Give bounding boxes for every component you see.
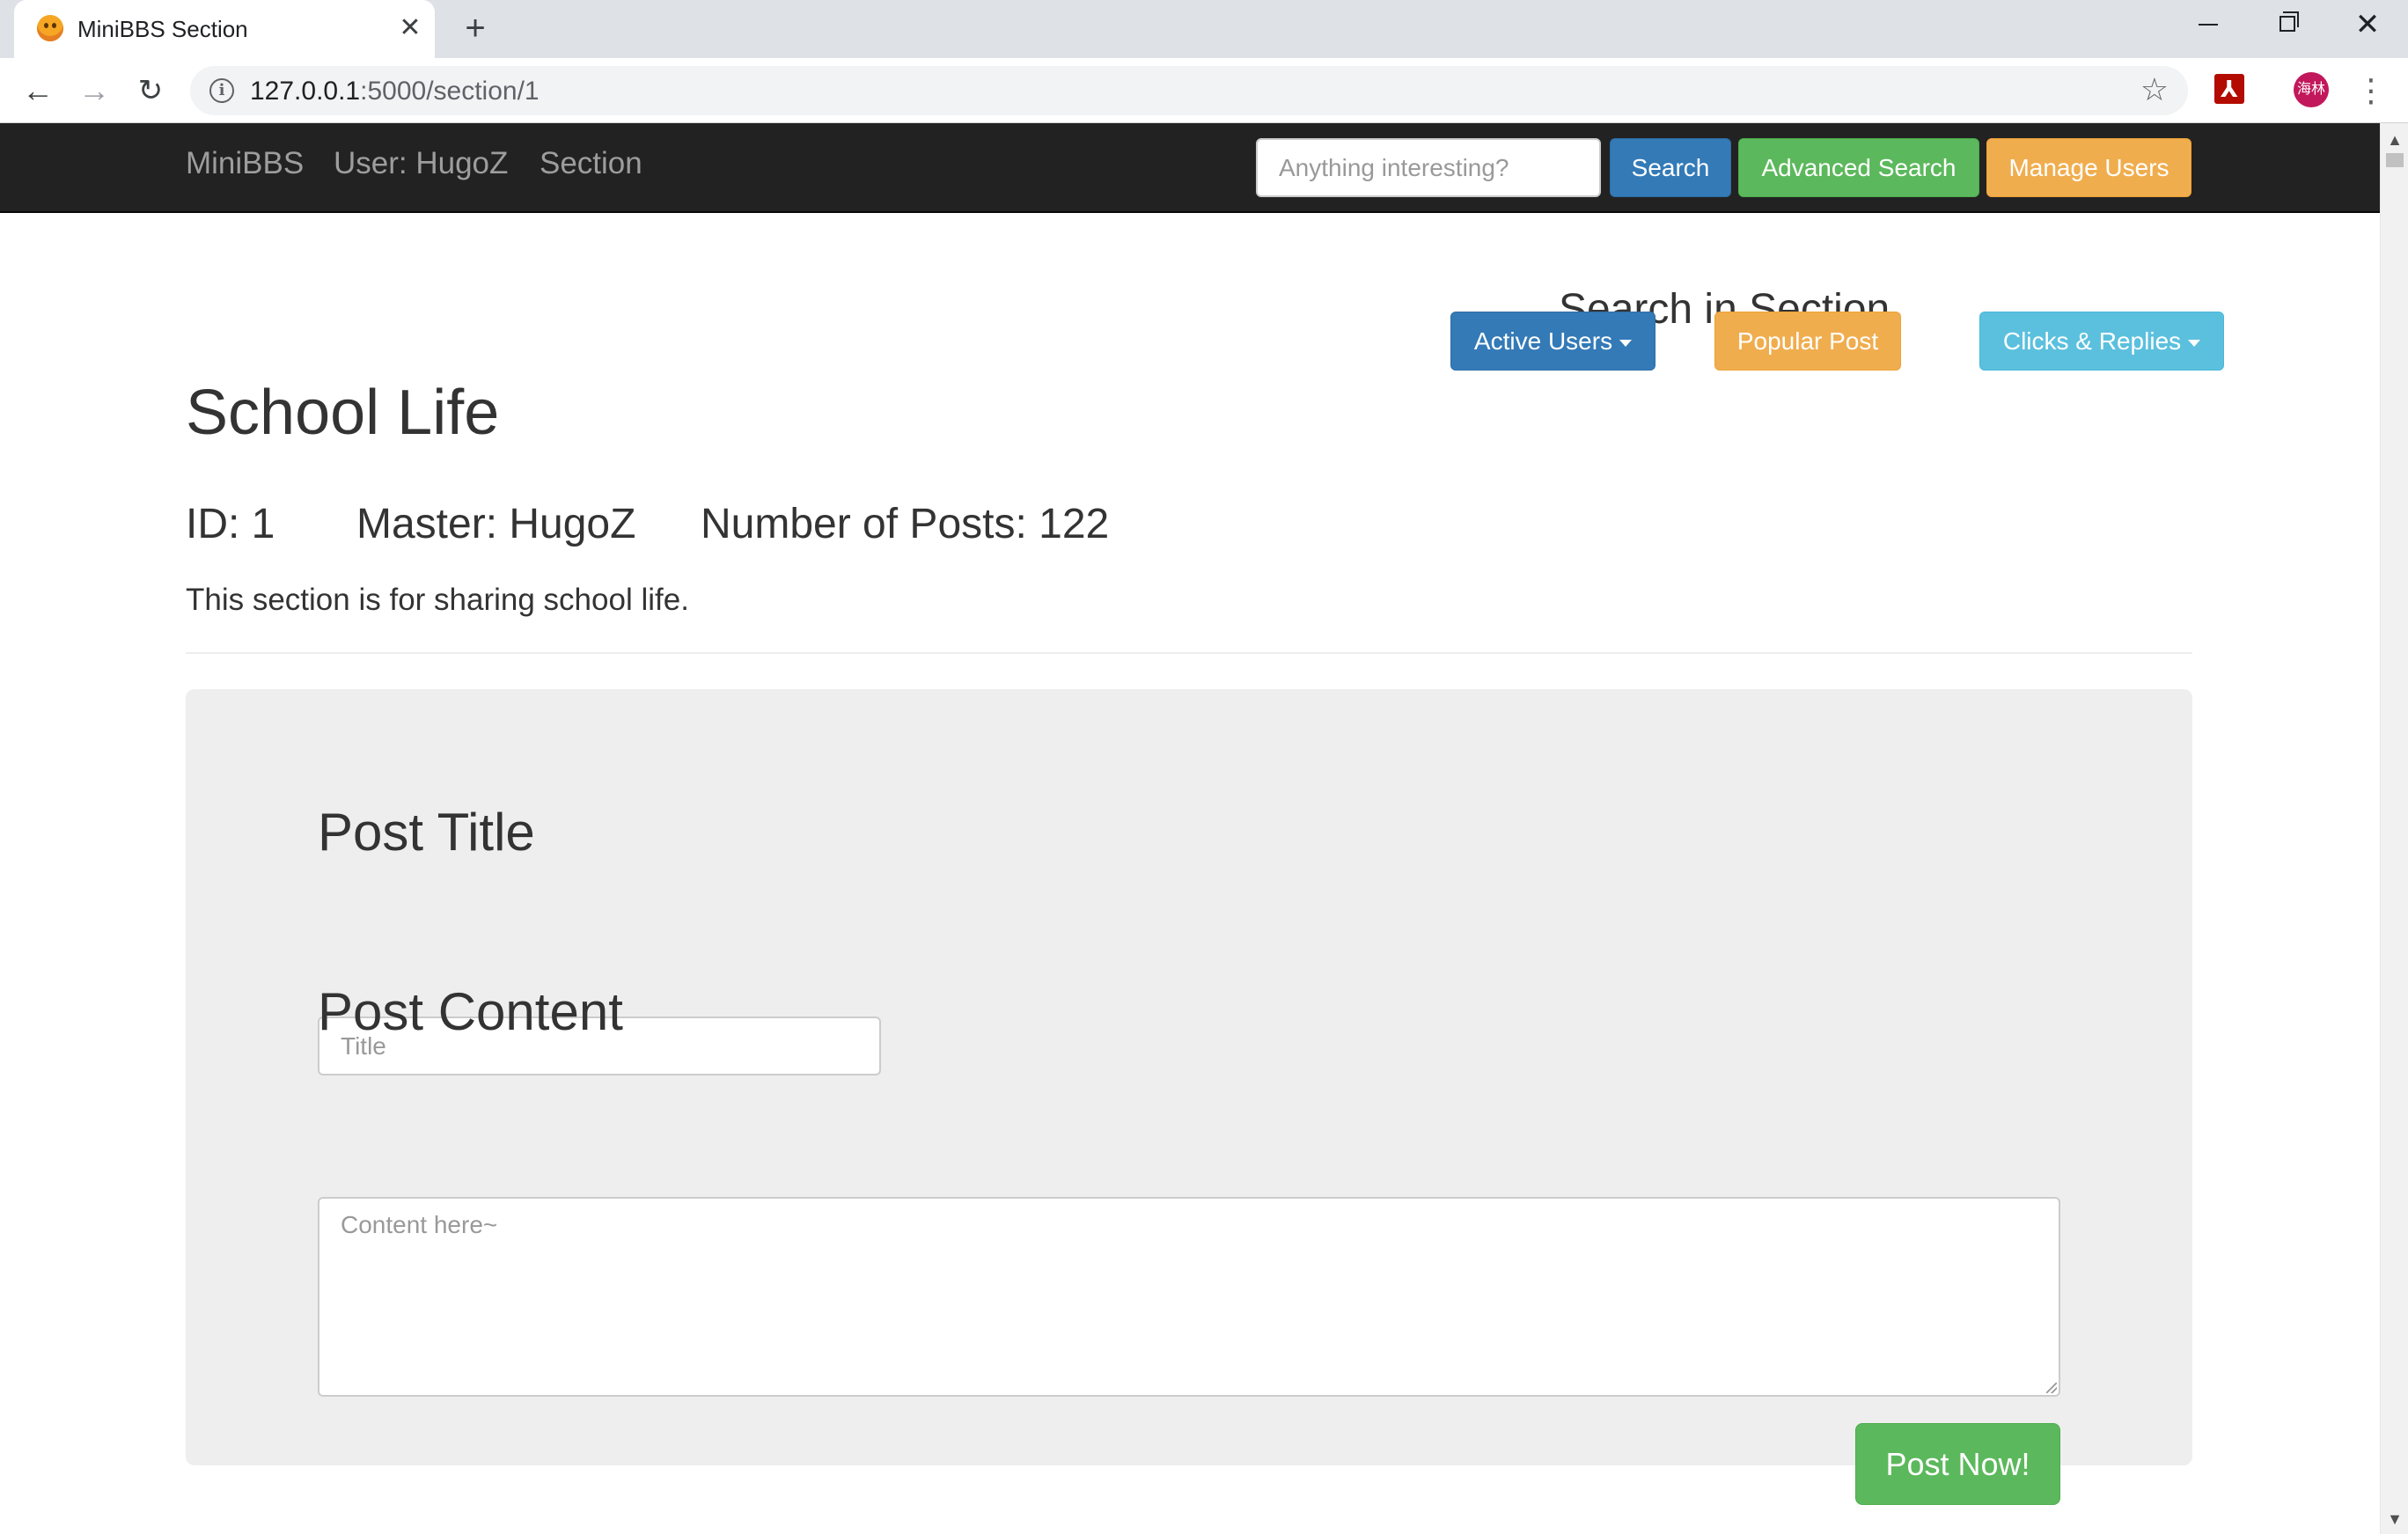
pdf-extension-icon[interactable]: ⅄	[2214, 74, 2244, 104]
tab-close-icon[interactable]: ✕	[394, 12, 426, 44]
browser-tab-strip: MiniBBS Section ✕ + ✕	[0, 0, 2408, 58]
section-post-count: Number of Posts: 122	[701, 501, 1110, 547]
tab-title: MiniBBS Section	[77, 16, 248, 42]
navbar-user-link[interactable]: User: HugoZ	[334, 146, 508, 181]
clicks-replies-dropdown[interactable]: Clicks & Replies	[1979, 312, 2224, 371]
section-master: Master: HugoZ	[356, 501, 636, 547]
scroll-down-arrow-icon[interactable]: ▼	[2381, 1506, 2408, 1532]
post-now-button[interactable]: Post Now!	[1855, 1423, 2060, 1505]
divider	[186, 652, 2192, 654]
page-scrollbar[interactable]: ▲ ▼	[2380, 123, 2408, 1534]
address-bar[interactable]: i 127.0.0.1:5000/section/1 ☆	[190, 66, 2188, 115]
caret-down-icon	[1619, 339, 1633, 347]
post-form: Post Title Title Post Content Content he…	[186, 689, 2192, 1505]
post-content-heading: Post Content	[318, 982, 623, 1041]
browser-tab[interactable]: MiniBBS Section ✕	[14, 0, 435, 58]
browser-toolbar: ← → ↻ i 127.0.0.1:5000/section/1 ☆ ⅄ 海林 …	[0, 58, 2408, 123]
window-restore-button[interactable]	[2246, 0, 2327, 49]
active-users-dropdown[interactable]: Active Users	[1450, 312, 1656, 371]
scroll-thumb[interactable]	[2386, 153, 2404, 167]
site-navbar: MiniBBS User: HugoZ Section Anything int…	[0, 123, 2380, 213]
content-placeholder: Content here~	[341, 1211, 498, 1238]
url-text: 127.0.0.1:5000/section/1	[250, 77, 540, 106]
window-minimize-button[interactable]	[2167, 0, 2248, 49]
site-favicon-icon	[37, 15, 63, 41]
navbar-brand[interactable]: MiniBBS	[186, 146, 304, 181]
url-host: 127.0.0.1	[250, 77, 361, 106]
profile-avatar[interactable]: 海林	[2294, 72, 2329, 107]
scroll-up-arrow-icon[interactable]: ▲	[2381, 127, 2408, 153]
section-id: ID: 1	[186, 501, 275, 547]
resize-grip-icon[interactable]	[2046, 1383, 2057, 1393]
window-close-button[interactable]: ✕	[2327, 0, 2408, 49]
page-viewport: MiniBBS User: HugoZ Section Anything int…	[0, 123, 2380, 1534]
caret-down-icon	[2188, 339, 2201, 347]
forward-arrow-icon[interactable]: →	[74, 70, 114, 111]
search-button[interactable]: Search	[1610, 138, 1731, 197]
advanced-search-button[interactable]: Advanced Search	[1738, 138, 1979, 197]
active-users-label: Active Users	[1473, 327, 1613, 355]
popular-post-button[interactable]: Popular Post	[1714, 312, 1901, 371]
new-tab-icon[interactable]: +	[458, 11, 493, 46]
back-arrow-icon[interactable]: ←	[18, 70, 58, 111]
clicks-replies-label: Clicks & Replies	[2002, 327, 2182, 355]
section-description: This section is for sharing school life.	[186, 583, 689, 617]
reload-icon[interactable]: ↻	[130, 70, 171, 111]
site-info-icon[interactable]: i	[209, 78, 234, 103]
post-title-heading: Post Title	[318, 803, 535, 862]
post-content-textarea[interactable]: Content here~	[318, 1197, 2060, 1397]
section-title: School Life	[186, 378, 500, 448]
search-input[interactable]: Anything interesting?	[1256, 138, 1601, 197]
navbar-section-link[interactable]: Section	[540, 146, 642, 181]
url-path: :5000/section/1	[360, 77, 540, 106]
manage-users-button[interactable]: Manage Users	[1986, 138, 2191, 197]
browser-menu-icon[interactable]: ⋮	[2355, 70, 2387, 111]
bookmark-star-icon[interactable]: ☆	[2140, 71, 2169, 108]
